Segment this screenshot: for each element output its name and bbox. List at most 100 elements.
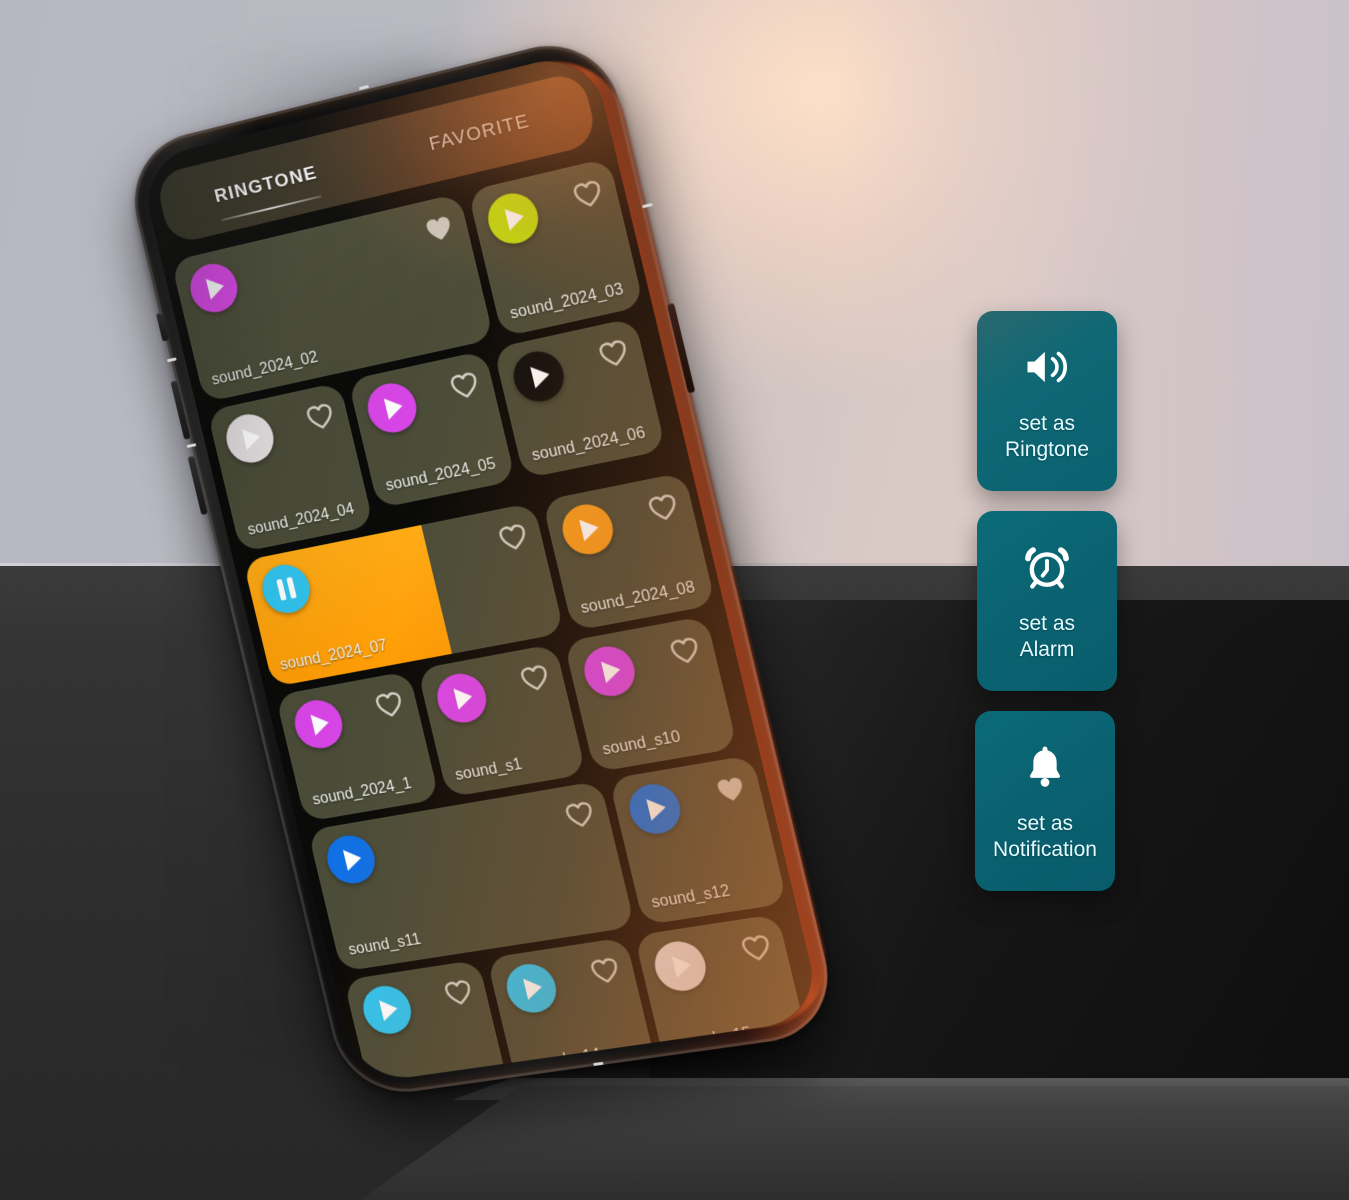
favorite-icon-outline[interactable] — [595, 336, 631, 370]
play-glyph — [671, 953, 694, 978]
favorite-icon-outline[interactable] — [372, 688, 406, 720]
sound-tile-top-row — [358, 973, 480, 1037]
sound-tile[interactable]: sound_s3 — [683, 1069, 824, 1085]
sound-tile-content: sound_s3 — [699, 1083, 824, 1084]
sound-tile-content: sound_2024_08 — [557, 487, 700, 619]
play-button[interactable] — [289, 696, 348, 752]
sound-tile-content: sound_s10 — [579, 630, 722, 761]
action-line-1: set as — [1018, 412, 1076, 436]
sound-tile[interactable]: sound_s13 — [343, 959, 513, 1085]
action-line-1: set as — [1018, 612, 1076, 636]
sound-tile-top-row — [579, 630, 707, 701]
play-button[interactable] — [221, 409, 279, 467]
pause-glyph — [275, 576, 297, 601]
favorite-icon-outline[interactable] — [667, 634, 704, 667]
play-button[interactable] — [557, 500, 619, 559]
play-button[interactable] — [482, 188, 544, 249]
sound-tile-top-row — [221, 396, 341, 467]
sound-tile-content: sound_s11 — [322, 794, 620, 960]
antenna-band-right — [642, 202, 653, 209]
sound-tile[interactable]: sound_2024_08 — [541, 472, 716, 632]
sound-tile-top-row — [432, 658, 557, 727]
sound-tile-content: sound_2024_05 — [362, 365, 501, 497]
sound-tile[interactable]: sound_2024_1 — [275, 670, 440, 822]
action-line-1: set as — [1016, 812, 1073, 836]
play-glyph — [310, 711, 332, 736]
play-glyph — [241, 425, 263, 451]
action-line-2: Notification — [993, 838, 1097, 861]
favorite-icon-filled[interactable] — [712, 773, 749, 806]
play-button[interactable] — [501, 960, 562, 1016]
play-button[interactable] — [508, 346, 569, 407]
favorite-icon-outline[interactable] — [495, 521, 530, 554]
sound-tile[interactable]: sound_s10 — [563, 615, 738, 773]
sound-tile-label: sound_s12 — [649, 882, 732, 912]
sound-tile[interactable]: sound_s1 — [417, 643, 587, 798]
sound-tile-top-row — [624, 769, 753, 838]
sound-tile-top-row — [649, 928, 779, 995]
sound-tile[interactable]: sound_2024_04 — [206, 382, 374, 553]
tab-ringtone[interactable]: RINGTONE — [160, 149, 374, 222]
pause-button[interactable] — [257, 560, 315, 617]
favorite-icon-outline[interactable] — [303, 400, 337, 433]
tab-favorite[interactable]: FAVORITE — [369, 96, 593, 170]
play-button[interactable] — [362, 378, 422, 437]
favorite-icon-outline[interactable] — [645, 490, 682, 524]
play-button[interactable] — [624, 780, 686, 838]
sound-tile[interactable]: sound_2024_06 — [493, 317, 667, 479]
action-line-2: Alarm — [1019, 638, 1075, 661]
play-glyph — [523, 976, 545, 1000]
sound-tile-content: sound_s12 — [624, 769, 772, 914]
play-glyph — [342, 847, 364, 871]
play-button[interactable] — [432, 669, 492, 727]
sound-tile-label: sound_2024_04 — [246, 501, 356, 539]
set-as-alarm-button[interactable]: set as Alarm — [977, 511, 1117, 691]
play-button[interactable] — [322, 831, 380, 887]
play-glyph — [530, 363, 552, 389]
sound-tile-content: sound_2024_1 — [289, 685, 425, 811]
sound-tile-top-row — [699, 1083, 824, 1084]
favorite-icon-outline[interactable] — [738, 932, 775, 964]
sound-tile-top-row — [501, 951, 627, 1016]
play-glyph — [383, 395, 405, 420]
favorite-icon-outline[interactable] — [587, 955, 623, 986]
sound-tile-content: sound_2024_04 — [221, 396, 359, 540]
sound-tile-top-row — [508, 332, 637, 407]
favorite-icon-outline[interactable] — [441, 977, 476, 1008]
play-button[interactable] — [358, 982, 417, 1037]
set-as-ringtone-button[interactable]: set as Ringtone — [977, 311, 1117, 491]
set-as-notification-label: set as Notification — [993, 811, 1097, 862]
sound-tile-top-row — [362, 365, 487, 437]
sound-tile-top-row — [557, 487, 685, 559]
alarm-clock-icon — [1019, 539, 1075, 595]
play-glyph — [600, 658, 623, 684]
play-glyph — [504, 205, 527, 231]
sound-tile-label: sound_2024_05 — [384, 455, 498, 495]
speaker-icon — [1019, 339, 1075, 395]
favorite-icon-outline[interactable] — [517, 662, 552, 694]
play-button[interactable] — [185, 259, 243, 317]
antenna-band-bottom — [593, 1061, 604, 1067]
favorite-icon-filled[interactable] — [421, 212, 456, 246]
sound-tile[interactable]: sound_2024_05 — [347, 350, 516, 509]
favorite-icon-outline[interactable] — [562, 798, 598, 830]
favorite-icon-outline[interactable] — [570, 177, 606, 212]
sound-tile[interactable]: sound_2024_03 — [467, 157, 645, 338]
play-glyph — [646, 796, 669, 821]
play-glyph — [579, 516, 602, 542]
play-button[interactable] — [579, 642, 640, 701]
favorite-icon-outline[interactable] — [447, 369, 482, 402]
scene-root: RINGTONE FAVORITE sound_2024_02 sound_202… — [0, 0, 1349, 1200]
sound-tile-top-row — [482, 173, 610, 249]
sound-tile[interactable]: sound_s12 — [608, 754, 788, 926]
sound-tile-label: sound_s10 — [600, 728, 683, 759]
set-as-alarm-label: set as Alarm — [1019, 611, 1075, 662]
set-as-notification-button[interactable]: set as Notification — [975, 711, 1115, 891]
sound-tile-label: sound_s1 — [453, 756, 524, 785]
play-button[interactable] — [649, 938, 711, 995]
play-glyph — [379, 997, 400, 1022]
set-as-ringtone-label: set as Ringtone — [1005, 411, 1089, 462]
sound-tile-label: sound_2024_03 — [508, 281, 626, 323]
tab-favorite-label: FAVORITE — [427, 110, 532, 156]
sound-tile-label: sound_2024_08 — [579, 579, 697, 618]
